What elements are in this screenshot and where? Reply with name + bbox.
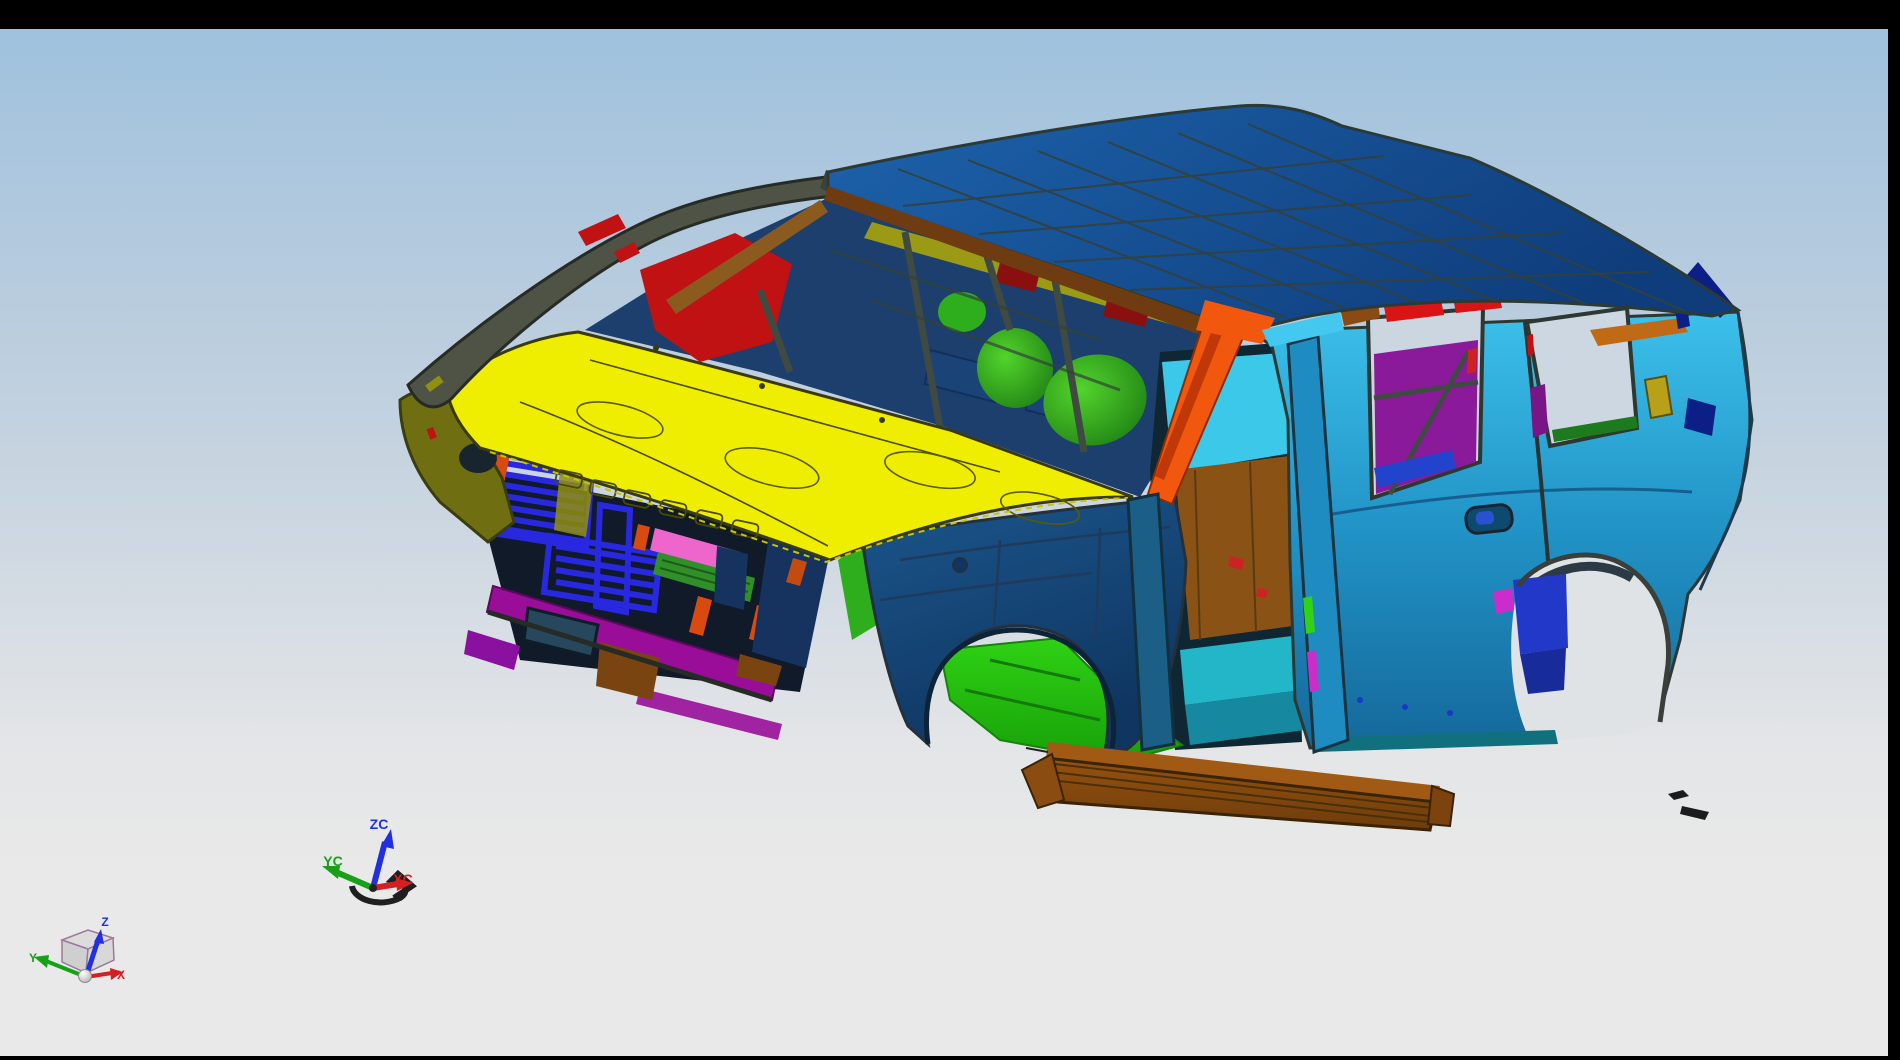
wcs-y-label[interactable]: YC xyxy=(323,853,342,869)
board-end-cap-right xyxy=(1428,786,1454,826)
dark-blue-panel-a xyxy=(714,546,748,610)
hood-dot xyxy=(759,383,765,389)
wcs-origin[interactable] xyxy=(369,884,377,892)
dpillar-olive-bracket[interactable] xyxy=(1645,376,1672,418)
graphics-window[interactable]: ZC YC XC Z Y X xyxy=(0,0,1900,1060)
trim-dot xyxy=(1402,704,1408,710)
door-handle-recess[interactable] xyxy=(1465,504,1513,535)
arch-blue-patch[interactable] xyxy=(1513,574,1568,654)
row3-red-sliver xyxy=(1527,334,1534,356)
row3-purple-sliver xyxy=(1530,384,1548,438)
hood-dot xyxy=(653,345,659,351)
wcs-z-label[interactable]: ZC xyxy=(370,816,389,832)
view-origin-ball[interactable] xyxy=(79,970,92,983)
floor-pan[interactable] xyxy=(1175,455,1300,640)
wcs-x-label[interactable]: XC xyxy=(393,871,412,887)
hood-dot xyxy=(879,417,885,423)
view-z-label: Z xyxy=(101,915,108,929)
trim-dot xyxy=(1447,710,1453,716)
cad-viewport[interactable]: ZC YC XC Z Y X xyxy=(0,0,1900,1060)
right-frame-bar xyxy=(1888,0,1900,1060)
fender-hole xyxy=(953,558,967,572)
bottom-frame-bar xyxy=(0,1056,1900,1060)
trim-dot xyxy=(1357,697,1363,703)
top-frame-bar xyxy=(0,0,1900,29)
arch-blue-patch-lower xyxy=(1520,648,1566,694)
interior-red-sliver xyxy=(1467,348,1477,374)
view-x-label: X xyxy=(117,968,125,982)
arch-magenta-sliver xyxy=(1493,588,1514,614)
view-y-label: Y xyxy=(29,951,37,965)
